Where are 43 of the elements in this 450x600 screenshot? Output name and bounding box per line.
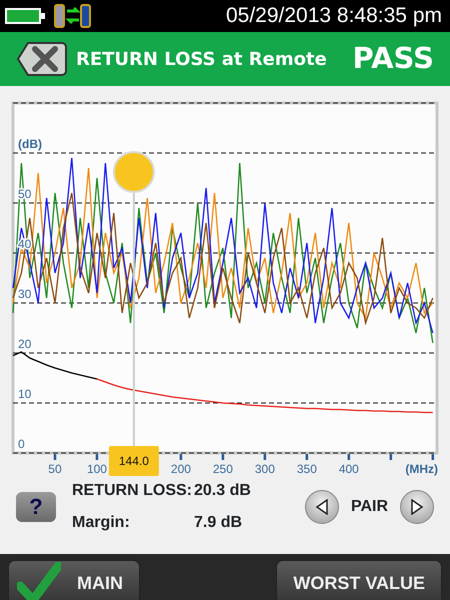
screen-title: RETURN LOSS at Remote (76, 48, 327, 72)
tick-mark (54, 454, 56, 460)
axis-label: 400 (338, 462, 359, 476)
axis-label: 100 (86, 462, 107, 476)
previous-button[interactable] (304, 490, 339, 524)
close-button[interactable] (16, 39, 68, 79)
date-time: 05/29/2013 8:48:35 pm (226, 3, 442, 30)
checkmark-icon (17, 562, 61, 600)
axis-title: (MHz) (405, 462, 438, 476)
tick-mark (264, 454, 266, 460)
tick-mark (222, 454, 224, 460)
axis-label: 30 (18, 287, 32, 301)
worst-value-button[interactable]: WORST VALUE (276, 560, 442, 600)
axis-label: 250 (212, 462, 233, 476)
tick-mark (432, 454, 434, 460)
axis-label: 10 (18, 387, 32, 401)
axis-label: 200 (170, 462, 191, 476)
reading-value: 7.9 dB (194, 513, 242, 533)
battery-icon (4, 6, 46, 26)
help-button[interactable]: ? (16, 492, 56, 522)
axis-label: 0 (18, 437, 25, 451)
axis-label: 50 (48, 462, 62, 476)
axis-title: (dB) (18, 137, 42, 151)
connection-icon (54, 3, 92, 29)
reading-value: 20.3 dB (194, 481, 251, 501)
main-button[interactable]: MAIN (8, 560, 140, 600)
axis-label: 300 (254, 462, 275, 476)
cursor-value: 144.0 (108, 446, 159, 476)
reading-label: Margin: (72, 513, 131, 533)
tick-mark (306, 454, 308, 460)
axis-label: 20 (18, 337, 32, 351)
tick-mark (348, 454, 350, 460)
tick-mark (390, 454, 392, 460)
result-status: PASS (352, 40, 434, 78)
axis-label: 350 (296, 462, 317, 476)
next-button[interactable] (400, 490, 434, 524)
right-triangle-icon (410, 499, 424, 515)
pair-label: PAIR (350, 497, 388, 517)
tick-mark (96, 454, 98, 460)
cursor-handle (112, 151, 155, 193)
tick-mark (180, 454, 182, 460)
reading-label: RETURN LOSS: (72, 481, 193, 501)
left-triangle-icon (314, 499, 329, 515)
